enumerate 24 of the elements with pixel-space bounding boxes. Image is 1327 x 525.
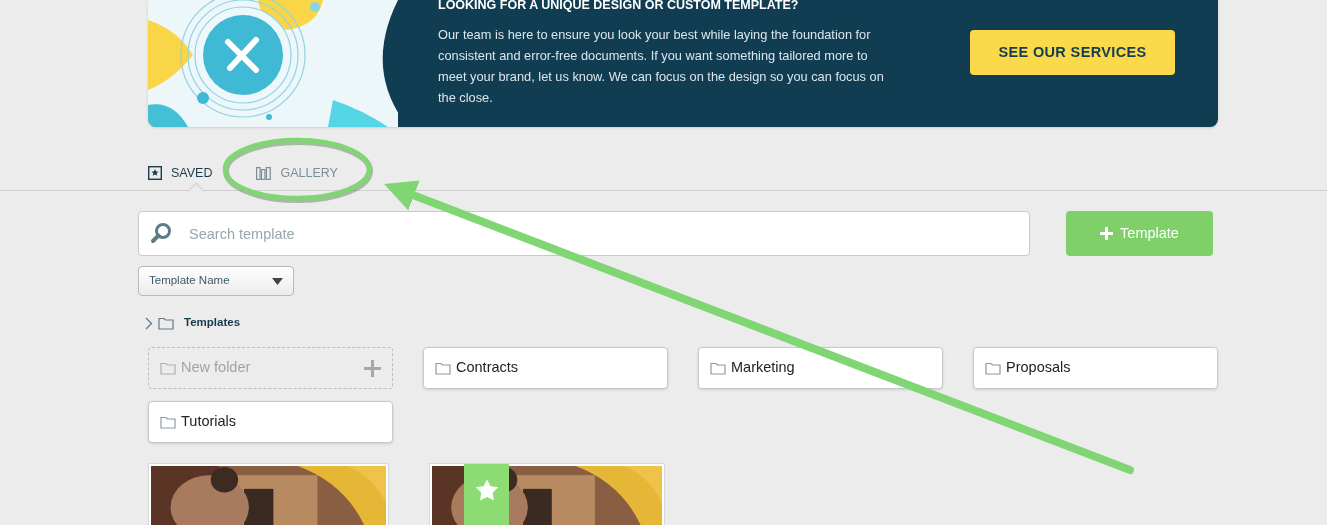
banner-text: Our team is here to ensure you look your best while laying the foundation for consistent and error-free documents. If you want something tailored more to meet your brand, let us know. We can focus on the design so you can focus on the close.	[438, 26, 885, 107]
search-icon	[150, 222, 172, 244]
plus-icon	[364, 359, 381, 377]
folder-icon	[160, 361, 176, 375]
books-icon	[256, 166, 272, 180]
banner-heading: LOOKING FOR A UNIQUE DESIGN OR CUSTOM TEMPLATE?	[438, 0, 800, 12]
plus-icon	[1100, 227, 1114, 240]
folder-icon	[435, 361, 451, 375]
caret-icon	[272, 277, 283, 285]
folder-icon	[158, 316, 174, 330]
chevron-icon	[145, 316, 153, 330]
folder-card[interactable]: Marketing	[698, 347, 943, 389]
tree-item[interactable]: Templates	[145, 313, 241, 333]
folder-card[interactable]: Proposals	[973, 347, 1218, 389]
folder-card[interactable]: Contracts	[423, 347, 668, 389]
folder-icon	[160, 415, 176, 429]
star-icon	[473, 478, 500, 503]
folder-icon	[985, 361, 1001, 375]
folder-card[interactable]: Tutorials	[148, 401, 393, 443]
search-field[interactable]: Search template	[138, 211, 1030, 256]
tab[interactable]: SAVED	[148, 161, 213, 185]
sort-select[interactable]: Template Name	[138, 266, 294, 296]
services-button[interactable]: SEE OUR SERVICES	[970, 30, 1175, 75]
folder-icon	[710, 361, 726, 375]
